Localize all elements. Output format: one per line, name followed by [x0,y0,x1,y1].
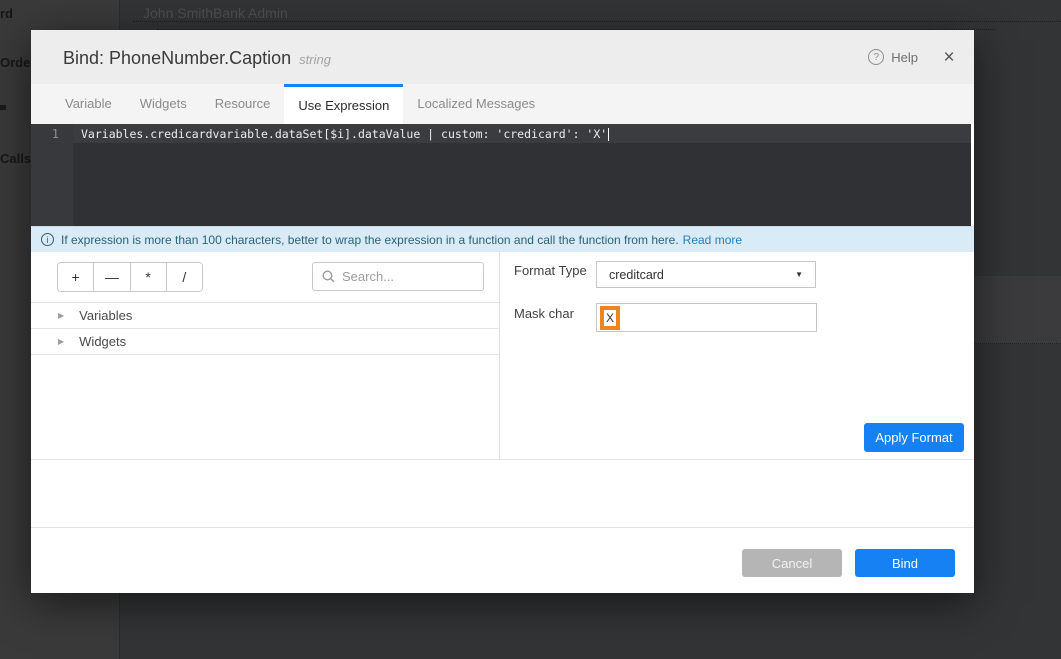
help-button[interactable]: ? Help [868,49,918,65]
search-icon [322,270,335,283]
operator-divide-button[interactable]: / [167,263,202,291]
dialog-subtitle: string [299,52,331,67]
info-icon: i [41,233,54,246]
tab-use-expression[interactable]: Use Expression [284,84,403,124]
sidebar-item-partial-icon [0,105,6,110]
bind-dialog: Bind: PhoneNumber.Caption string ? Help ×… [31,30,974,593]
info-banner-text: If expression is more than 100 character… [61,233,679,247]
tab-localized-messages[interactable]: Localized Messages [403,84,549,124]
mask-char-highlight: X [600,306,620,330]
help-label: Help [891,50,918,65]
search-box [312,262,484,291]
mask-char-label: Mask char [514,306,574,321]
format-type-select[interactable]: creditcard ▼ [596,261,816,288]
close-button[interactable]: × [938,46,960,68]
tab-widgets[interactable]: Widgets [126,84,201,124]
bind-button[interactable]: Bind [855,549,955,577]
expression-code-text: Variables.credicardvariable.dataSet[$i].… [81,127,607,141]
chevron-right-icon[interactable]: ▶ [58,337,64,346]
tree-item-label: Variables [79,308,132,323]
source-panel: + — * / ▶ Variables ▶ Widgets [31,252,500,459]
select-arrow-icon: ▼ [795,270,803,279]
tree-item-widgets[interactable]: ▶ Widgets [31,328,499,354]
format-panel: Format Type creditcard ▼ Mask char X App… [501,252,974,459]
operator-plus-button[interactable]: + [58,263,94,291]
read-more-link[interactable]: Read more [683,233,742,247]
tab-variable[interactable]: Variable [51,84,126,124]
canvas-label-user: John SmithBank Admin [143,5,288,21]
help-icon: ? [868,49,884,65]
info-banner: i If expression is more than 100 charact… [31,226,974,252]
apply-format-button[interactable]: Apply Format [864,423,964,452]
cancel-button[interactable]: Cancel [742,549,842,577]
mask-char-value: X [606,311,614,325]
tab-bar: Variable Widgets Resource Use Expression… [31,84,974,124]
mask-char-input[interactable]: X [596,303,817,332]
editor-line-number: 1 [31,127,59,141]
sidebar-item-partial: Calls [0,151,31,166]
chevron-right-icon[interactable]: ▶ [58,311,64,320]
source-tree: ▶ Variables ▶ Widgets [31,302,499,355]
operator-toolbar: + — * / [57,262,203,292]
dialog-header: Bind: PhoneNumber.Caption string ? Help × [31,30,974,84]
format-type-label: Format Type [514,263,587,278]
tree-item-label: Widgets [79,334,126,349]
dialog-title-text: Bind: PhoneNumber.Caption [63,48,291,68]
dialog-body: + — * / ▶ Variables ▶ Widgets [31,252,974,460]
tab-resource[interactable]: Resource [201,84,285,124]
sidebar-item-partial: rd [0,6,13,21]
expression-editor[interactable]: 1 Variables.credicardvariable.dataSet[$i… [31,124,971,226]
close-icon: × [943,48,954,67]
text-caret [608,128,609,141]
footer-divider [31,527,974,528]
operator-minus-button[interactable]: — [94,263,130,291]
tree-item-variables[interactable]: ▶ Variables [31,302,499,328]
format-type-value: creditcard [609,268,664,282]
operator-multiply-button[interactable]: * [131,263,167,291]
canvas-selection-outline [133,21,1061,22]
dialog-title: Bind: PhoneNumber.Caption string [63,48,331,69]
search-input[interactable] [342,269,474,284]
expression-code: Variables.credicardvariable.dataSet[$i].… [81,127,609,141]
